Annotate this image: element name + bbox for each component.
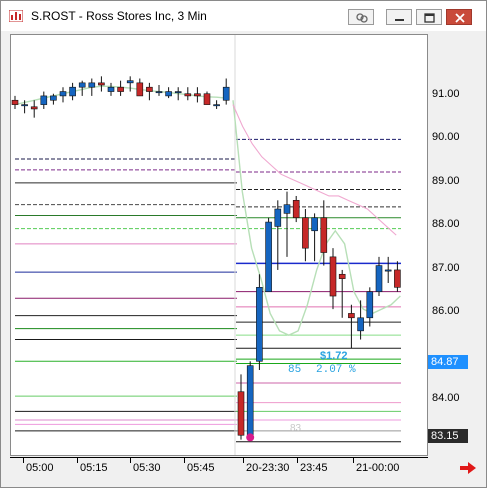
candle-body bbox=[222, 86, 230, 101]
candle-body bbox=[283, 204, 291, 214]
candle-body bbox=[107, 86, 115, 92]
candle-body bbox=[320, 217, 328, 253]
candle-body bbox=[375, 265, 383, 292]
time-tick-mark bbox=[23, 458, 24, 463]
low-point-marker bbox=[246, 433, 255, 442]
time-tick-mark bbox=[353, 458, 354, 463]
candle-body bbox=[203, 93, 211, 105]
time-tick-label: 23:45 bbox=[300, 462, 328, 474]
price-tag: 84.87 bbox=[428, 354, 468, 369]
time-tick-mark bbox=[243, 458, 244, 463]
link-icon bbox=[356, 13, 368, 23]
time-tick-label: 05:30 bbox=[133, 462, 161, 474]
candle-body bbox=[348, 313, 355, 319]
candle-body bbox=[78, 82, 86, 88]
candle-body bbox=[338, 273, 346, 279]
candle-body bbox=[394, 269, 401, 288]
time-tick-label: 21-00:00 bbox=[356, 462, 400, 474]
candle-body bbox=[69, 86, 76, 97]
candle-body bbox=[98, 82, 105, 86]
price-tick-label: 86.00 bbox=[432, 305, 460, 318]
time-tick-mark bbox=[130, 458, 131, 463]
chart-app-icon bbox=[9, 10, 23, 22]
maximize-button[interactable] bbox=[416, 9, 442, 25]
minimize-button[interactable] bbox=[386, 9, 412, 25]
candle-body bbox=[165, 91, 172, 97]
candle-body bbox=[246, 365, 254, 436]
time-tick-mark bbox=[77, 458, 78, 463]
window-title: S.ROST - Ross Stores Inc, 3 Min bbox=[31, 9, 207, 23]
bar-count-annotation: 85 bbox=[288, 364, 301, 376]
link-button[interactable] bbox=[348, 9, 374, 25]
candle-body bbox=[329, 256, 337, 297]
candle-body bbox=[311, 217, 318, 232]
price-tick-label: 91.00 bbox=[432, 87, 460, 100]
title-bar[interactable]: S.ROST - Ross Stores Inc, 3 Min bbox=[1, 1, 486, 31]
candle-body bbox=[21, 104, 28, 107]
price-tick-label: 90.00 bbox=[432, 131, 460, 144]
candle-body bbox=[292, 200, 300, 219]
time-axis[interactable]: 05:00 05:15 05:30 05:45 20-23:30 23:45 21-00:0… bbox=[10, 457, 428, 480]
change-annotation: $1.72 bbox=[320, 350, 348, 362]
candle-body bbox=[366, 291, 374, 319]
candle-body bbox=[274, 208, 282, 227]
price-tick-label: 84.00 bbox=[432, 392, 460, 405]
candle-body bbox=[40, 95, 48, 105]
time-tick-label: 05:15 bbox=[80, 462, 108, 474]
candle-body bbox=[357, 317, 364, 332]
candle-body bbox=[213, 104, 220, 107]
candle-body bbox=[50, 95, 57, 101]
candle-body bbox=[265, 221, 272, 292]
price-chart: $1.72 2.07 % 85 83 bbox=[11, 35, 401, 455]
price-axis[interactable]: 91.00 90.00 89.00 88.00 87.00 86.00 84.00 84.87… bbox=[428, 34, 484, 456]
time-tick-label: 05:00 bbox=[26, 462, 54, 474]
maximize-icon bbox=[424, 13, 435, 23]
candle-body bbox=[11, 99, 19, 105]
candle-body bbox=[155, 91, 163, 94]
price-tag: 83.15 bbox=[428, 429, 468, 444]
chart-window: S.ROST - Ross Stores Inc, 3 Min $1.72 2.0… bbox=[0, 0, 487, 488]
close-button[interactable] bbox=[446, 9, 472, 25]
change-percent-annotation: 2.07 % bbox=[316, 364, 356, 376]
candle-body bbox=[146, 86, 153, 92]
candle-body bbox=[194, 93, 201, 97]
candle-body bbox=[30, 106, 38, 110]
candle-body bbox=[256, 287, 263, 362]
candle-body bbox=[136, 82, 144, 97]
price-tick-label: 88.00 bbox=[432, 218, 460, 231]
time-tick-label: 20-23:30 bbox=[246, 462, 290, 474]
candle-body bbox=[302, 217, 309, 249]
minimize-icon bbox=[395, 19, 404, 21]
time-tick-mark bbox=[184, 458, 185, 463]
chart-plot-area[interactable]: $1.72 2.07 % 85 83 bbox=[10, 34, 428, 456]
price-tick-label: 87.00 bbox=[432, 261, 460, 274]
candle-body bbox=[59, 91, 67, 97]
candle-body bbox=[126, 80, 134, 84]
scroll-right-arrow-icon[interactable] bbox=[459, 460, 477, 476]
candle-body bbox=[184, 93, 192, 97]
candle-body bbox=[174, 91, 182, 94]
candle-body bbox=[384, 269, 392, 272]
time-tick-label: 05:45 bbox=[187, 462, 215, 474]
candle-body bbox=[117, 86, 124, 92]
candle-body bbox=[237, 391, 245, 436]
time-tick-mark bbox=[297, 458, 298, 463]
close-icon bbox=[455, 13, 465, 23]
price-tick-label: 89.00 bbox=[432, 174, 460, 187]
low-bar-annotation: 83 bbox=[290, 423, 302, 434]
candle-body bbox=[88, 82, 96, 88]
